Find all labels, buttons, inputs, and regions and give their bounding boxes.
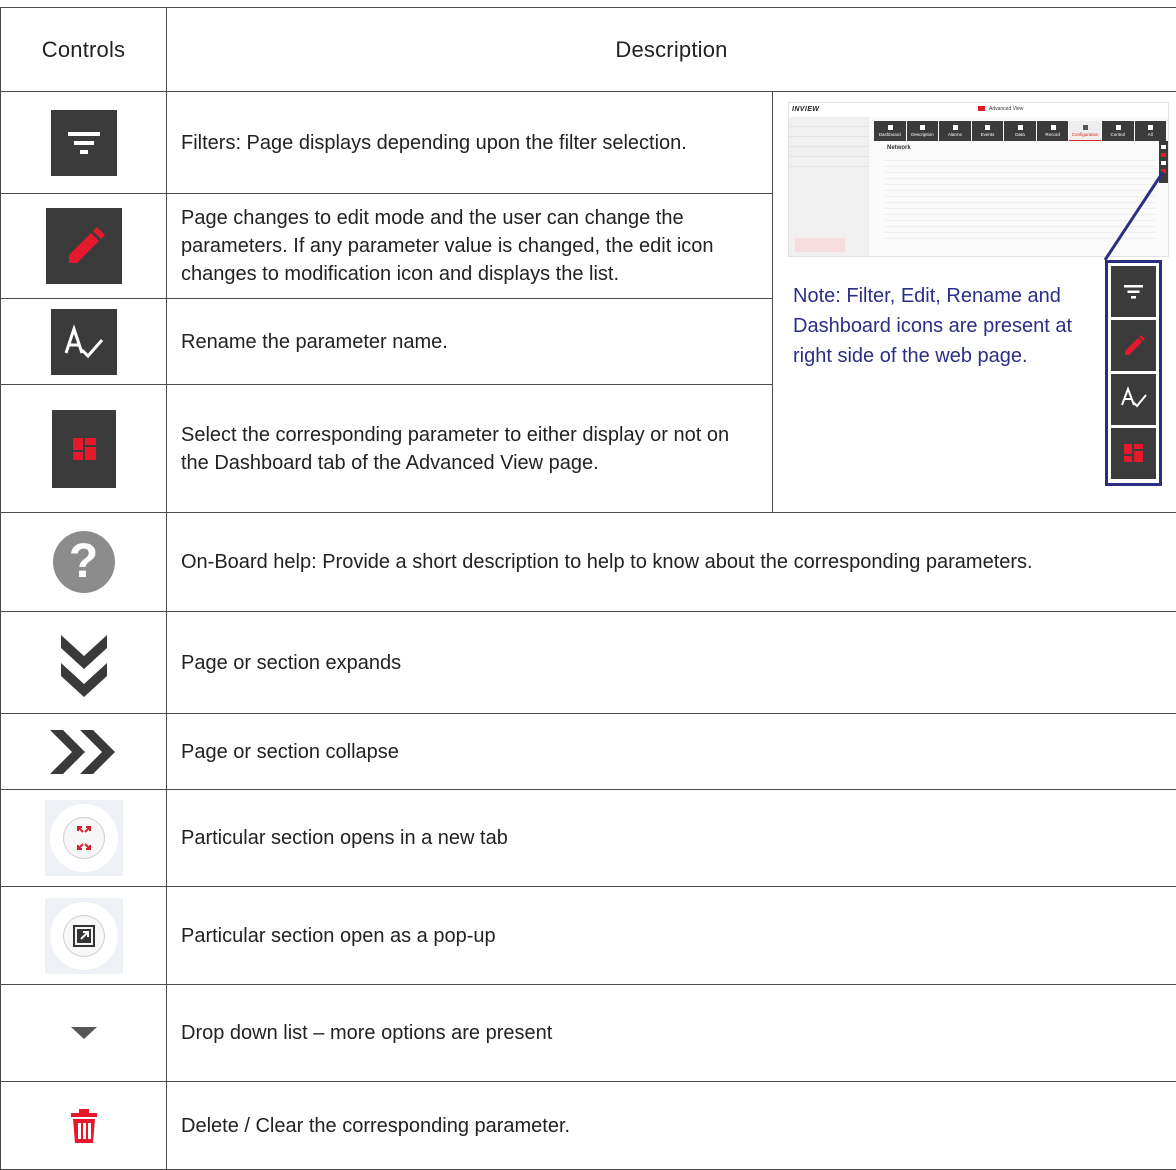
control-cell bbox=[1, 887, 167, 985]
dashboard-icon bbox=[1111, 428, 1156, 479]
edit-pencil-icon bbox=[46, 208, 122, 284]
controls-table: Controls Description Filters: Page displ… bbox=[0, 7, 1176, 1170]
open-new-tab-icon bbox=[45, 800, 123, 876]
row-description: On-Board help: Provide a short descripti… bbox=[167, 513, 1176, 612]
expand-chevrons-icon bbox=[51, 623, 117, 703]
screenshot-panel: INVIEW Advanced View Dashboard Descripti… bbox=[773, 92, 1176, 513]
control-cell: ? bbox=[1, 513, 167, 612]
table-row: ? On-Board help: Provide a short descrip… bbox=[1, 513, 1176, 612]
row-description: Page or section collapse bbox=[167, 714, 1176, 790]
header-controls: Controls bbox=[1, 8, 167, 92]
row-description: Drop down list – more options are presen… bbox=[167, 985, 1176, 1082]
help-icon: ? bbox=[53, 531, 115, 593]
table-row: Delete / Clear the corresponding paramet… bbox=[1, 1082, 1176, 1170]
popup-icon bbox=[45, 898, 123, 974]
row-description: Rename the parameter name. bbox=[167, 299, 773, 385]
row-description: Delete / Clear the corresponding paramet… bbox=[167, 1082, 1176, 1170]
zoomed-icon-strip bbox=[1105, 260, 1162, 486]
table-row: Particular section open as a pop-up bbox=[1, 887, 1176, 985]
rename-icon bbox=[1111, 374, 1156, 425]
row-description: Filters: Page displays depending upon th… bbox=[167, 92, 773, 194]
table-row: Filters: Page displays depending upon th… bbox=[1, 92, 1176, 194]
row-description: Particular section opens in a new tab bbox=[167, 790, 1176, 887]
trash-icon bbox=[69, 1108, 99, 1144]
collapse-chevrons-icon bbox=[44, 724, 124, 780]
row-description: Select the corresponding parameter to ei… bbox=[167, 385, 773, 513]
table-row: Page or section collapse bbox=[1, 714, 1176, 790]
control-cell bbox=[1, 194, 167, 299]
dropdown-arrow-icon bbox=[69, 1025, 99, 1041]
row-description: Page or section expands bbox=[167, 612, 1176, 714]
panel-note: Note: Filter, Edit, Rename and Dashboard… bbox=[793, 281, 1093, 371]
control-cell bbox=[1, 985, 167, 1082]
table-row: Particular section opens in a new tab bbox=[1, 790, 1176, 887]
control-cell bbox=[1, 714, 167, 790]
control-cell bbox=[1, 790, 167, 887]
row-description: Page changes to edit mode and the user c… bbox=[167, 194, 773, 299]
row-description: Particular section open as a pop-up bbox=[167, 887, 1176, 985]
table-row: Drop down list – more options are presen… bbox=[1, 985, 1176, 1082]
header-description: Description bbox=[167, 8, 1176, 92]
table-header-row: Controls Description bbox=[1, 8, 1176, 92]
filter-icon bbox=[1111, 266, 1156, 317]
control-cell bbox=[1, 299, 167, 385]
table-row: Page or section expands bbox=[1, 612, 1176, 714]
control-cell bbox=[1, 92, 167, 194]
control-cell bbox=[1, 612, 167, 714]
edit-pencil-icon bbox=[1111, 320, 1156, 371]
filter-icon bbox=[51, 110, 117, 176]
control-cell bbox=[1, 385, 167, 513]
dashboard-icon bbox=[52, 410, 116, 488]
control-cell bbox=[1, 1082, 167, 1170]
rename-icon bbox=[51, 309, 117, 375]
